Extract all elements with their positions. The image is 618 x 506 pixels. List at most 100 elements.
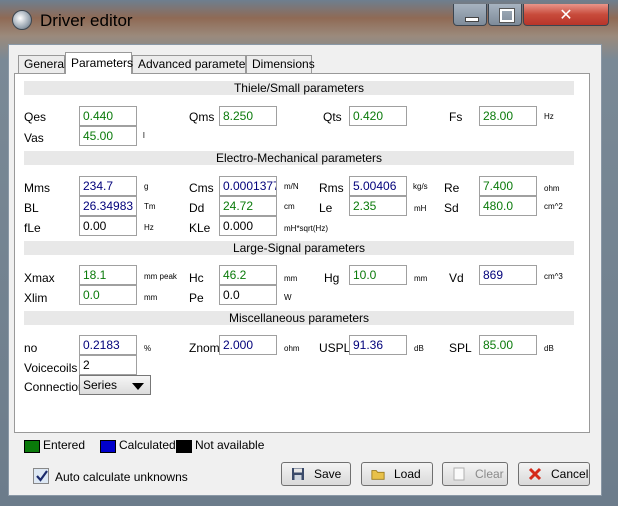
vas-field[interactable]: 45.00 (79, 126, 137, 146)
label-cms: Cms (189, 181, 214, 195)
label-hc: Hc (189, 271, 204, 285)
close-button[interactable]: ✕ (523, 4, 609, 26)
unit-hc: mm (284, 274, 298, 283)
label-qms: Qms (189, 110, 215, 124)
auto-calculate-checkbox[interactable] (33, 468, 49, 484)
window-title: Driver editor (40, 11, 133, 30)
label-hg: Hg (324, 271, 340, 285)
connection-selected: Series (83, 378, 118, 392)
unit-xlim: mm (144, 293, 158, 302)
save-label: Save (314, 467, 342, 481)
label-znom: Znom (189, 341, 220, 355)
label-fs: Fs (449, 110, 463, 124)
label-qes: Qes (24, 110, 47, 124)
legend-calculated: Calculated (119, 438, 176, 452)
label-voicecoils: Voicecoils (24, 361, 78, 375)
section-large-signal: Large-Signal parameters (24, 241, 574, 255)
xlim-field[interactable]: 0.0 (79, 285, 137, 305)
mms-field[interactable]: 234.7 (79, 176, 137, 196)
unit-pe: W (284, 293, 292, 302)
not-available-swatch (176, 440, 192, 453)
label-sd: Sd (444, 201, 459, 215)
bl-field[interactable]: 26.34983 (79, 196, 137, 216)
clear-button[interactable]: Clear (442, 462, 508, 486)
section-electro-mechanical: Electro-Mechanical parameters (24, 151, 574, 165)
load-button[interactable]: Load (361, 462, 433, 486)
unit-cms: m/N (284, 182, 299, 191)
legend-entered: Entered (43, 438, 86, 452)
save-button[interactable]: Save (281, 462, 351, 486)
unit-spl: dB (544, 344, 554, 353)
uspl-field[interactable]: 91.36 (349, 335, 407, 355)
cms-field[interactable]: 0.0001377 (219, 176, 277, 196)
unit-kle: mH*sqrt(Hz) (284, 224, 328, 233)
calculated-swatch (100, 440, 116, 453)
no-field[interactable]: 0.2183 (79, 335, 137, 355)
tab-parameters[interactable]: Parameters (65, 52, 133, 74)
unit-no: % (144, 344, 152, 353)
checkmark-icon (36, 470, 48, 482)
legend-not-available: Not available (195, 438, 265, 452)
tab-dimensions[interactable]: Dimensions (246, 55, 315, 73)
tab-general[interactable]: General (18, 55, 67, 73)
label-fle: fLe (24, 221, 41, 235)
unit-dd: cm (284, 202, 295, 211)
vd-field[interactable]: 869 (479, 265, 537, 285)
label-connection: Connection (24, 380, 85, 394)
qes-field[interactable]: 0.440 (79, 106, 137, 126)
label-le: Le (319, 201, 333, 215)
unit-hg: mm (414, 274, 428, 283)
unit-rms: kg/s (413, 182, 428, 191)
maximize-icon (499, 8, 515, 23)
fle-field[interactable]: 0.00 (79, 216, 137, 236)
label-bl: BL (24, 201, 39, 215)
unit-le: mH (414, 204, 427, 213)
load-label: Load (394, 467, 421, 481)
unit-xmax: mm peak (144, 272, 177, 281)
unit-uspl: dB (414, 344, 424, 353)
label-xmax: Xmax (24, 271, 55, 285)
rms-field[interactable]: 5.00406 (349, 176, 407, 196)
voicecoils-field[interactable]: 2 (79, 355, 137, 375)
pe-field[interactable]: 0.0 (219, 285, 277, 305)
xmax-field[interactable]: 18.1 (79, 265, 137, 285)
floppy-disk-icon (292, 468, 304, 480)
sd-field[interactable]: 480.0 (479, 196, 537, 216)
blank-page-icon (453, 467, 465, 481)
unit-mms: g (144, 182, 149, 191)
re-field[interactable]: 7.400 (479, 176, 537, 196)
unit-re: ohm (544, 184, 560, 193)
maximize-button[interactable] (488, 4, 522, 26)
label-spl: SPL (449, 341, 472, 355)
label-pe: Pe (189, 291, 204, 305)
minimize-button[interactable] (453, 4, 487, 26)
dd-field[interactable]: 24.72 (219, 196, 277, 216)
znom-field[interactable]: 2.000 (219, 335, 277, 355)
le-field[interactable]: 2.35 (349, 196, 407, 216)
label-vd: Vd (449, 271, 464, 285)
section-miscellaneous: Miscellaneous parameters (24, 311, 574, 325)
folder-icon (371, 470, 385, 480)
fs-field[interactable]: 28.00 (479, 106, 537, 126)
connection-select[interactable]: Series (79, 375, 151, 395)
kle-field[interactable]: 0.000 (219, 216, 277, 236)
label-xlim: Xlim (24, 291, 48, 305)
hg-field[interactable]: 10.0 (349, 265, 407, 285)
label-mms: Mms (24, 181, 50, 195)
label-no: no (24, 341, 38, 355)
label-qts: Qts (323, 110, 342, 124)
cancel-label: Cancel (551, 467, 589, 481)
clear-label: Clear (475, 467, 504, 481)
spl-field[interactable]: 85.00 (479, 335, 537, 355)
cancel-button[interactable]: Cancel (518, 462, 590, 486)
section-thiele-small: Thiele/Small parameters (24, 81, 574, 95)
unit-fle: Hz (144, 223, 154, 232)
label-dd: Dd (189, 201, 205, 215)
label-kle: KLe (189, 221, 211, 235)
red-x-icon (528, 467, 542, 481)
qts-field[interactable]: 0.420 (349, 106, 407, 126)
label-vas: Vas (24, 131, 44, 145)
qms-field[interactable]: 8.250 (219, 106, 277, 126)
tab-advanced-parameters[interactable]: Advanced parameters (132, 55, 255, 73)
hc-field[interactable]: 46.2 (219, 265, 277, 285)
